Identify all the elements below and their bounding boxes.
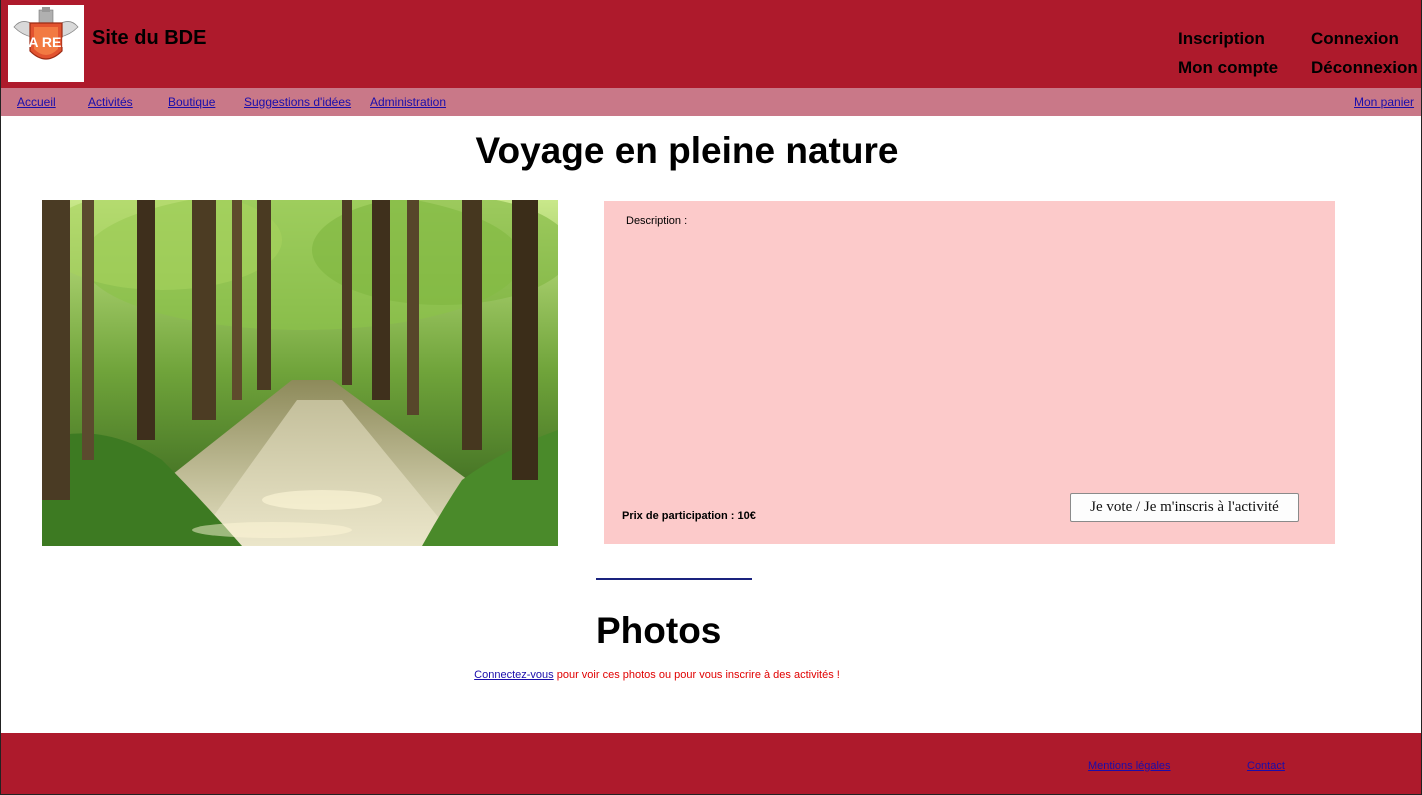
contact-link[interactable]: Contact: [1247, 760, 1285, 772]
site-header: EXIA REIMS Site du BDE Inscription Conne…: [1, 0, 1421, 88]
forest-path-image: [42, 200, 558, 546]
nav-item-activites[interactable]: Activités: [88, 95, 133, 109]
exia-logo-icon: EXIA REIMS: [6, 7, 86, 60]
activity-info-panel: Description : Prix de participation : 10…: [604, 201, 1335, 544]
logo[interactable]: EXIA REIMS: [6, 5, 86, 82]
connexion-link[interactable]: Connexion: [1311, 29, 1399, 49]
site-footer: Mentions légales Contact: [1, 733, 1421, 794]
vote-register-button[interactable]: Je vote / Je m'inscris à l'activité: [1070, 493, 1299, 522]
nav-item-cart[interactable]: Mon panier: [1354, 95, 1414, 109]
deconnexion-link[interactable]: Déconnexion: [1311, 58, 1418, 78]
section-divider: [596, 578, 752, 580]
nav-item-administration[interactable]: Administration: [370, 95, 446, 109]
photos-title: Photos: [596, 610, 722, 651]
page: EXIA REIMS Site du BDE Inscription Conne…: [0, 0, 1422, 795]
nav-item-suggestions[interactable]: Suggestions d'idées: [244, 95, 351, 109]
site-title: Site du BDE: [92, 27, 207, 49]
description-label: Description :: [626, 215, 688, 227]
nav-item-accueil[interactable]: Accueil: [17, 95, 56, 109]
login-message-text: pour voir ces photos ou pour vous inscri…: [553, 669, 840, 681]
inscription-link[interactable]: Inscription: [1178, 29, 1265, 49]
activity-photo: [42, 200, 558, 546]
mentions-legales-link[interactable]: Mentions légales: [1088, 760, 1171, 772]
login-link[interactable]: Connectez-vous: [474, 669, 554, 681]
mon-compte-link[interactable]: Mon compte: [1178, 58, 1278, 78]
login-message: Connectez-vous pour voir ces photos ou p…: [1, 669, 1313, 681]
activity-title: Voyage en pleine nature: [475, 130, 899, 171]
logo-text: EXIA REIMS: [8, 34, 84, 50]
main-nav: Accueil Activités Boutique Suggestions d…: [1, 88, 1421, 116]
price-label: Prix de participation : 10€: [622, 510, 756, 522]
nav-item-boutique[interactable]: Boutique: [168, 95, 215, 109]
